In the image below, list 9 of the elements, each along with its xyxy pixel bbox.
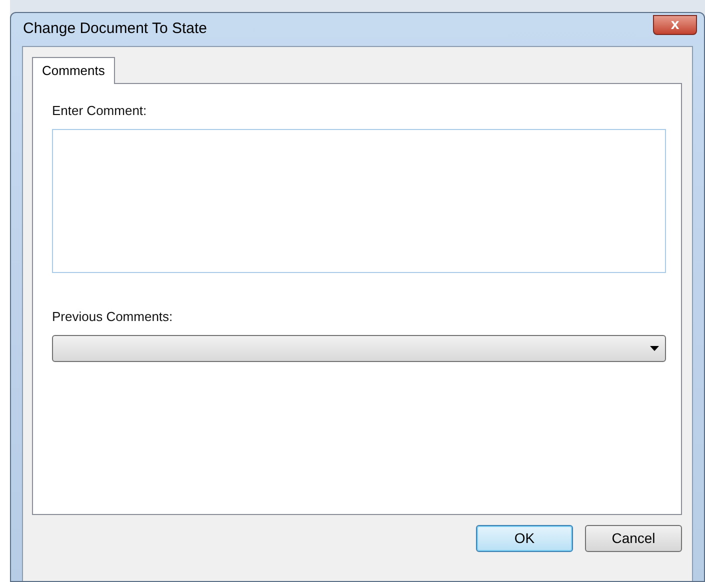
previous-comments-dropdown[interactable] [52, 335, 666, 362]
tab[interactable]: Comments [32, 57, 115, 84]
window-title: Change Document To State [23, 19, 208, 40]
dialog-button[interactable]: OK [476, 525, 573, 552]
dropdown-arrow-icon [650, 346, 659, 351]
comment-field[interactable] [52, 128, 666, 272]
dialog-button[interactable]: Cancel [585, 525, 682, 552]
field-label: Previous Comments: [52, 308, 174, 326]
field-label: Enter Comment: [52, 102, 148, 120]
